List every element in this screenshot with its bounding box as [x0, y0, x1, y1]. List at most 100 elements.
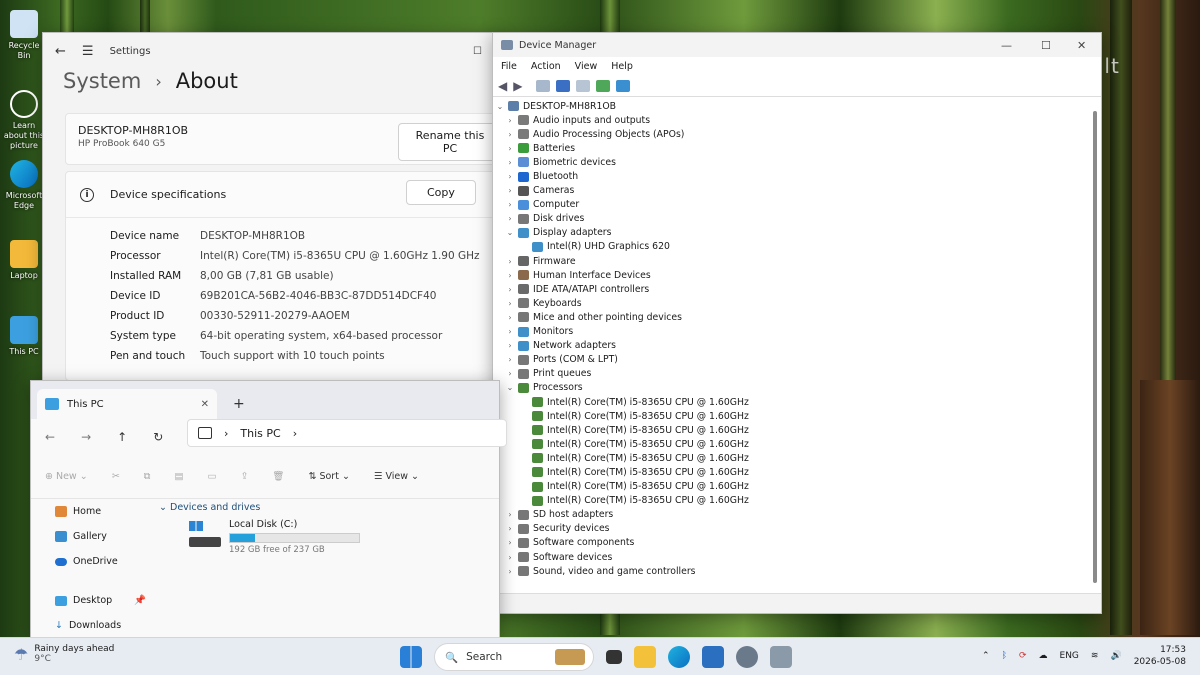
chevron-right-icon[interactable]: › — [505, 285, 515, 294]
tree-category-item[interactable]: ⌄ Processors — [495, 381, 1087, 395]
refresh-icon[interactable]: ↻ — [153, 430, 163, 444]
tree-category-item[interactable]: › Software components — [495, 536, 1087, 550]
nav-downloads[interactable]: ↓ Downloads — [31, 613, 151, 638]
tree-category-item[interactable]: › Security devices — [495, 522, 1087, 536]
tree-category-item[interactable]: › Bluetooth — [495, 169, 1087, 183]
clock[interactable]: 17:53 2026-05-08 — [1134, 644, 1186, 668]
store-icon[interactable] — [702, 646, 724, 668]
view-icon[interactable] — [576, 79, 591, 92]
tree-category-item[interactable]: › Keyboards — [495, 296, 1087, 310]
section-header[interactable]: ⌄ Devices and drives — [159, 502, 260, 513]
chevron-right-icon[interactable]: › — [505, 158, 515, 167]
menu-file[interactable]: File — [501, 61, 517, 72]
tree-device-item[interactable]: Intel(R) Core(TM) i5-8365U CPU @ 1.60GHz — [495, 494, 1087, 508]
tree-category-item[interactable]: › Biometric devices — [495, 155, 1087, 169]
rename-icon[interactable]: ▭ — [207, 471, 216, 482]
cut-icon[interactable]: ✂ — [112, 471, 120, 482]
nav-home[interactable]: Home — [31, 499, 151, 524]
chevron-right-icon[interactable]: › — [505, 313, 515, 322]
chevron-right-icon[interactable]: › — [293, 427, 297, 440]
paste-icon[interactable]: ▤ — [174, 471, 183, 482]
scan-hardware-icon[interactable] — [596, 79, 611, 92]
chevron-right-icon[interactable]: › — [505, 257, 515, 266]
tab-this-pc[interactable]: This PC ✕ — [37, 389, 217, 419]
tree-category-item[interactable]: › Audio Processing Objects (APOs) — [495, 127, 1087, 141]
tree-category-item[interactable]: › Disk drives — [495, 212, 1087, 226]
tree-category-item[interactable]: › IDE ATA/ATAPI controllers — [495, 282, 1087, 296]
tree-category-item[interactable]: › Cameras — [495, 184, 1087, 198]
chevron-right-icon[interactable]: › — [505, 553, 515, 562]
monitor-icon[interactable] — [616, 79, 631, 92]
tree-category-item[interactable]: › Firmware — [495, 254, 1087, 268]
tree-category-item[interactable]: › Monitors — [495, 325, 1087, 339]
forward-arrow-icon[interactable]: → — [81, 430, 91, 444]
forward-arrow-icon[interactable]: ▶ — [513, 79, 522, 93]
menu-view[interactable]: View — [575, 61, 598, 72]
rename-pc-button[interactable]: Rename this PC — [398, 123, 502, 161]
tree-device-item[interactable]: Intel(R) Core(TM) i5-8365U CPU @ 1.60GHz — [495, 480, 1087, 494]
chevron-right-icon[interactable]: › — [505, 172, 515, 181]
scrollbar[interactable] — [1093, 111, 1097, 583]
chevron-right-icon[interactable]: › — [505, 271, 515, 280]
start-icon[interactable] — [400, 646, 422, 668]
chevron-right-icon[interactable]: › — [505, 510, 515, 519]
back-arrow-icon[interactable]: ← — [55, 44, 66, 59]
tree-root[interactable]: ⌄ DESKTOP-MH8R1OB — [495, 99, 1087, 113]
menu-help[interactable]: Help — [611, 61, 633, 72]
desktop-icon-learn[interactable]: Learn about this picture — [2, 90, 46, 151]
tree-category-item[interactable]: › Computer — [495, 198, 1087, 212]
sort-button[interactable]: ⇅ Sort ⌄ — [308, 471, 349, 482]
delete-icon[interactable]: 🗑 — [272, 471, 284, 482]
chevron-right-icon[interactable]: › — [505, 130, 515, 139]
tree-category-item[interactable]: › Batteries — [495, 141, 1087, 155]
close-icon[interactable]: ✕ — [1077, 39, 1086, 52]
copy-button[interactable]: Copy — [406, 180, 476, 205]
desktop-icon-recycle-bin[interactable]: Recycle Bin — [2, 10, 46, 61]
copy-icon[interactable]: ⧉ — [144, 471, 151, 482]
nav-onedrive[interactable]: OneDrive — [31, 549, 151, 574]
chevron-right-icon[interactable]: › — [505, 200, 515, 209]
chevron-right-icon[interactable]: › — [505, 538, 515, 547]
address-bar[interactable]: › This PC › — [187, 419, 507, 447]
device-manager-icon[interactable] — [770, 646, 792, 668]
menu-action[interactable]: Action — [531, 61, 561, 72]
nav-gallery[interactable]: Gallery — [31, 524, 151, 549]
task-view-icon[interactable] — [606, 650, 622, 664]
edge-icon[interactable] — [668, 646, 690, 668]
cloud-off-icon[interactable]: ☁ — [1039, 651, 1048, 661]
up-arrow-icon[interactable]: ↑ — [117, 430, 127, 444]
nav-desktop[interactable]: Desktop 📌 — [31, 588, 151, 613]
volume-icon[interactable]: 🔊 — [1110, 651, 1121, 661]
wifi-icon[interactable]: ≋ — [1091, 651, 1099, 661]
tree-device-item[interactable]: Intel(R) Core(TM) i5-8365U CPU @ 1.60GHz — [495, 395, 1087, 409]
share-icon[interactable]: ⇪ — [240, 471, 248, 482]
maximize-icon[interactable]: ☐ — [473, 46, 482, 57]
bluetooth-icon[interactable]: ᛒ — [1002, 651, 1007, 661]
update-icon[interactable]: ⟳ — [1019, 651, 1027, 661]
tree-device-item[interactable]: Intel(R) Core(TM) i5-8365U CPU @ 1.60GHz — [495, 423, 1087, 437]
help-icon[interactable] — [556, 79, 571, 92]
breadcrumb-system[interactable]: System — [63, 69, 141, 93]
new-tab-icon[interactable]: + — [233, 396, 245, 412]
new-button[interactable]: ⊕ New ⌄ — [45, 471, 88, 482]
close-icon[interactable]: ✕ — [201, 399, 209, 410]
back-arrow-icon[interactable]: ← — [45, 430, 55, 444]
chevron-right-icon[interactable]: › — [505, 116, 515, 125]
minimize-icon[interactable]: — — [1001, 39, 1012, 52]
chevron-right-icon[interactable]: › — [505, 524, 515, 533]
tree-device-item[interactable]: Intel(R) Core(TM) i5-8365U CPU @ 1.60GHz — [495, 465, 1087, 479]
chevron-right-icon[interactable]: › — [505, 341, 515, 350]
back-arrow-icon[interactable]: ◀ — [498, 79, 507, 93]
tree-category-item[interactable]: › Ports (COM & LPT) — [495, 353, 1087, 367]
tree-category-item[interactable]: › Print queues — [495, 367, 1087, 381]
tree-category-item[interactable]: › Sound, video and game controllers — [495, 564, 1087, 578]
tree-category-item[interactable]: ⌄ Display adapters — [495, 226, 1087, 240]
desktop-icon-this-pc[interactable]: This PC — [2, 316, 46, 357]
tree-category-item[interactable]: › SD host adapters — [495, 508, 1087, 522]
chevron-down-icon[interactable]: ⌄ — [495, 102, 505, 111]
view-button[interactable]: ☰ View ⌄ — [374, 471, 419, 482]
chevron-right-icon[interactable]: › — [505, 567, 515, 576]
chevron-right-icon[interactable]: › — [505, 327, 515, 336]
tree-device-item[interactable]: Intel(R) Core(TM) i5-8365U CPU @ 1.60GHz — [495, 451, 1087, 465]
language-indicator[interactable]: ENG — [1060, 651, 1079, 661]
